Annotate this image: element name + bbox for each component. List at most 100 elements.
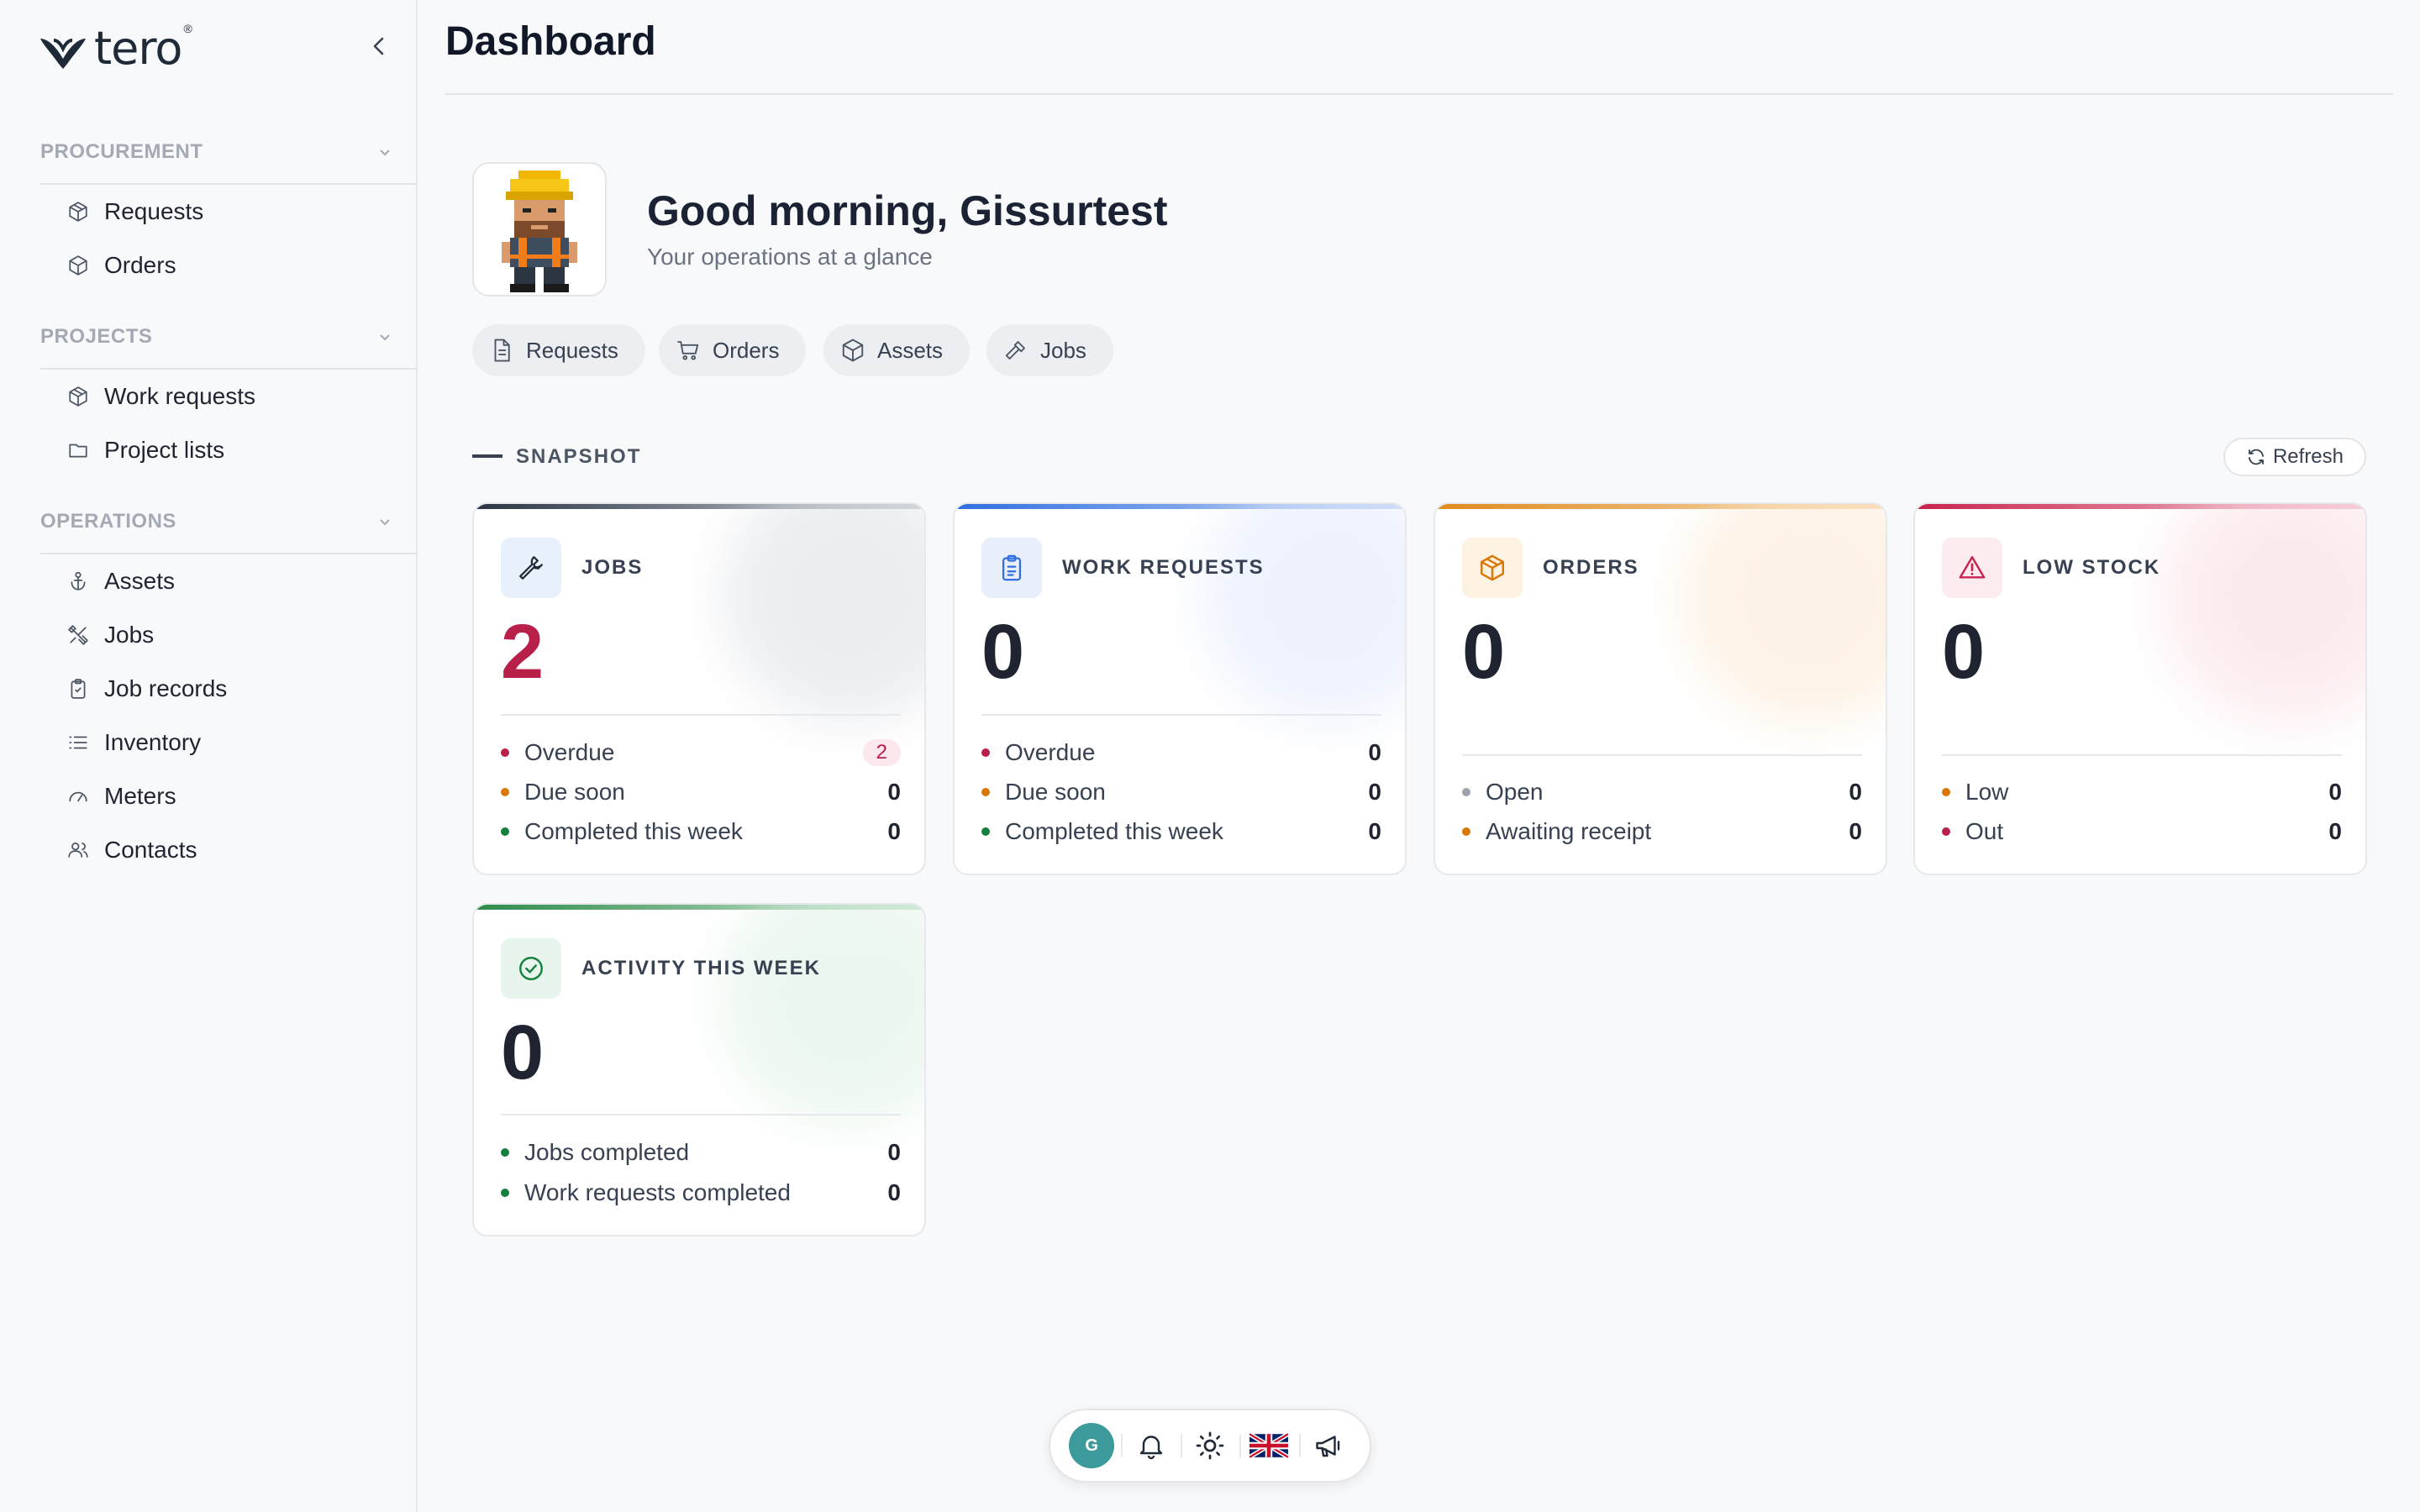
floating-toolbar: G — [1049, 1409, 1371, 1483]
package-icon — [1481, 554, 1504, 581]
stat-row-due-soon[interactable]: Due soon 0 — [981, 775, 1381, 809]
card-value: 0 — [981, 609, 1025, 695]
sidebar-item-contacts[interactable]: Contacts — [67, 830, 403, 870]
stat-label: Due soon — [1005, 779, 1106, 805]
stat-value: 0 — [887, 818, 901, 844]
section-divider — [40, 183, 418, 185]
stat-label: Out — [1965, 818, 2004, 844]
quick-link-assets[interactable]: Assets — [823, 324, 971, 376]
sidebar-item-inventory[interactable]: Inventory — [67, 722, 403, 763]
folder-icon — [69, 444, 87, 458]
stat-label: Work requests completed — [524, 1179, 791, 1205]
sidebar-item-label: Inventory — [104, 729, 202, 755]
sidebar-item-job-records[interactable]: Job records — [67, 669, 403, 709]
stat-label: Due soon — [524, 779, 625, 805]
sidebar-item-meters[interactable]: Meters — [67, 776, 403, 816]
section-divider — [40, 368, 418, 370]
stat-row-open[interactable]: Open 0 — [1462, 775, 1862, 809]
status-dot — [981, 748, 990, 757]
worker-avatar-icon — [502, 171, 577, 292]
stat-label: Completed this week — [1005, 818, 1223, 844]
card-glow — [1684, 504, 1886, 722]
stat-row-awaiting-receipt[interactable]: Awaiting receipt 0 — [1462, 815, 1862, 848]
user-avatar-button[interactable]: G — [1062, 1420, 1121, 1471]
hammer-icon — [1005, 341, 1025, 360]
sidebar-item-label: Assets — [104, 568, 176, 594]
card-value: 2 — [501, 609, 544, 695]
stat-row-jobs-completed[interactable]: Jobs completed 0 — [501, 1136, 901, 1169]
announcements-button[interactable] — [1298, 1420, 1358, 1471]
sidebar-item-label: Contacts — [104, 837, 197, 863]
stat-row-work-requests-completed[interactable]: Work requests completed 0 — [501, 1176, 901, 1210]
refresh-button[interactable]: Refresh — [2223, 438, 2366, 476]
uk-flag-icon — [1249, 1433, 1289, 1458]
stat-value: 0 — [1849, 779, 1862, 805]
card-value: 0 — [501, 1010, 544, 1095]
avatar — [472, 162, 607, 297]
stat-value: 0 — [1368, 818, 1381, 844]
logo[interactable]: tero ® — [39, 22, 192, 78]
quick-link-label: Requests — [526, 337, 618, 363]
stat-row-overdue[interactable]: Overdue 2 — [501, 736, 901, 769]
card-icon — [501, 538, 561, 598]
package-icon — [69, 386, 87, 407]
snapshot-dash — [472, 454, 502, 458]
tero-logo-icon — [40, 38, 86, 69]
stat-row-completed[interactable]: Completed this week 0 — [981, 815, 1381, 848]
chevron-down-icon — [380, 519, 390, 526]
stat-row-completed[interactable]: Completed this week 0 — [501, 815, 901, 848]
stat-value: 0 — [1368, 779, 1381, 805]
card-glow — [1203, 504, 1405, 722]
section-divider — [40, 553, 418, 554]
stat-row-out[interactable]: Out 0 — [1942, 815, 2342, 848]
quick-link-orders[interactable]: Orders — [659, 324, 807, 376]
stat-row-overdue[interactable]: Overdue 0 — [981, 736, 1381, 769]
language-button[interactable] — [1239, 1420, 1298, 1471]
card-icon — [1942, 538, 2002, 598]
section-operations[interactable]: OPERATIONS — [40, 505, 393, 538]
status-dot — [501, 827, 509, 836]
snapshot-label: SNAPSHOT — [516, 445, 642, 468]
refresh-label: Refresh — [2272, 445, 2344, 468]
sidebar-item-orders[interactable]: Orders — [67, 245, 403, 286]
section-projects[interactable]: PROJECTS — [40, 320, 393, 354]
stat-value: 0 — [887, 779, 901, 805]
card-low-stock[interactable]: LOW STOCK 0 Low 0 Out 0 — [1913, 502, 2367, 875]
stat-value: 0 — [1849, 818, 1862, 844]
sidebar-item-jobs[interactable]: Jobs — [67, 615, 403, 655]
package-icon — [69, 202, 87, 222]
card-orders[interactable]: ORDERS 0 Open 0 Awaiting receipt 0 — [1434, 502, 1887, 875]
sidebar-item-label: Meters — [104, 783, 176, 809]
notifications-button[interactable] — [1121, 1420, 1180, 1471]
stat-label: Awaiting receipt — [1486, 818, 1652, 844]
theme-toggle-button[interactable] — [1180, 1420, 1239, 1471]
stat-row-low[interactable]: Low 0 — [1942, 775, 2342, 809]
quick-link-requests[interactable]: Requests — [472, 324, 645, 376]
card-divider — [501, 1114, 901, 1116]
card-activity-this-week[interactable]: ACTIVITY THIS WEEK 0 Jobs completed 0 Wo… — [472, 903, 926, 1236]
card-icon — [501, 938, 561, 999]
quick-link-jobs[interactable]: Jobs — [986, 324, 1113, 376]
section-procurement[interactable]: PROCUREMENT — [40, 135, 393, 169]
stat-label: Completed this week — [524, 818, 743, 844]
card-glow — [723, 905, 924, 1123]
collapse-sidebar-button[interactable] — [366, 34, 392, 59]
quick-link-label: Jobs — [1040, 337, 1086, 363]
stat-value: 0 — [2328, 779, 2342, 805]
card-jobs[interactable]: JOBS 2 Overdue 2 Due soon 0 Completed th… — [472, 502, 926, 875]
card-work-requests[interactable]: WORK REQUESTS 0 Overdue 0 Due soon 0 Com… — [953, 502, 1407, 875]
status-dot — [1942, 827, 1950, 836]
quick-link-label: Orders — [713, 337, 780, 363]
sidebar-item-label: Job records — [104, 675, 228, 701]
sidebar-item-work-requests[interactable]: Work requests — [67, 376, 403, 417]
tools-icon — [68, 625, 88, 645]
logo-text: tero — [94, 22, 182, 75]
card-divider — [501, 714, 901, 716]
sidebar-item-project-lists[interactable]: Project lists — [67, 430, 403, 470]
stat-row-due-soon[interactable]: Due soon 0 — [501, 775, 901, 809]
sidebar-item-label: Orders — [104, 252, 176, 278]
sun-icon — [1196, 1431, 1224, 1460]
card-glow — [2164, 504, 2365, 722]
sidebar-item-requests[interactable]: Requests — [67, 192, 403, 232]
sidebar-item-assets[interactable]: Assets — [67, 561, 403, 601]
